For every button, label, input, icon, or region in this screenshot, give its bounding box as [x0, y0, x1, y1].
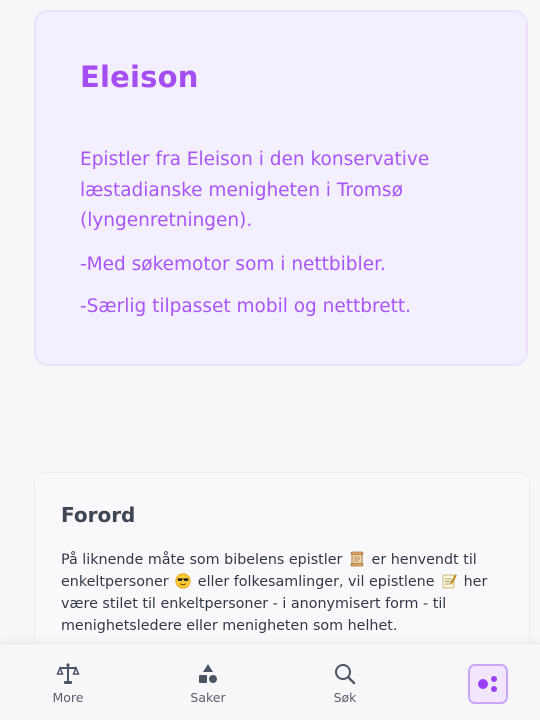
cool-face-icon: [175, 573, 191, 589]
search-icon: [335, 664, 356, 685]
nav-item-saker[interactable]: Saker: [168, 662, 248, 705]
feature-mobile-text: -Særlig tilpasset mobil og nettbrett.: [80, 295, 412, 317]
nav-label-more: More: [52, 690, 84, 705]
nav-label-sok: Søk: [333, 690, 357, 705]
intro-card: Eleison Epistler fra Eleison i den konse…: [34, 10, 528, 366]
site-description: Epistler fra Eleison i den konservative …: [80, 149, 430, 231]
foreword-title: Forord: [61, 503, 136, 527]
bottom-navigation: More Saker Søk: [0, 643, 540, 720]
shapes-icon: [199, 664, 217, 683]
nav-item-more[interactable]: More: [28, 662, 108, 705]
nav-item-sok[interactable]: Søk: [305, 662, 385, 705]
site-title: Eleison: [80, 60, 199, 94]
scroll-icon: [350, 551, 364, 567]
balance-scale-icon: [56, 663, 80, 684]
foreword-text-part: eller folkesamlinger, vil epistlene: [197, 574, 435, 590]
nav-item-home[interactable]: [468, 664, 508, 704]
nav-label-saker: Saker: [190, 690, 226, 705]
foreword-text: På liknende måte som bibelens epistler e…: [61, 549, 503, 637]
foreword-text-part: På liknende måte som bibelens epistler: [61, 552, 343, 568]
home-page: Eleison Epistler fra Eleison i den konse…: [0, 0, 540, 720]
dots-icon: [478, 676, 497, 692]
feature-search-text: -Med søkemotor som i nettbibler.: [80, 253, 386, 275]
memo-icon: [442, 574, 457, 589]
